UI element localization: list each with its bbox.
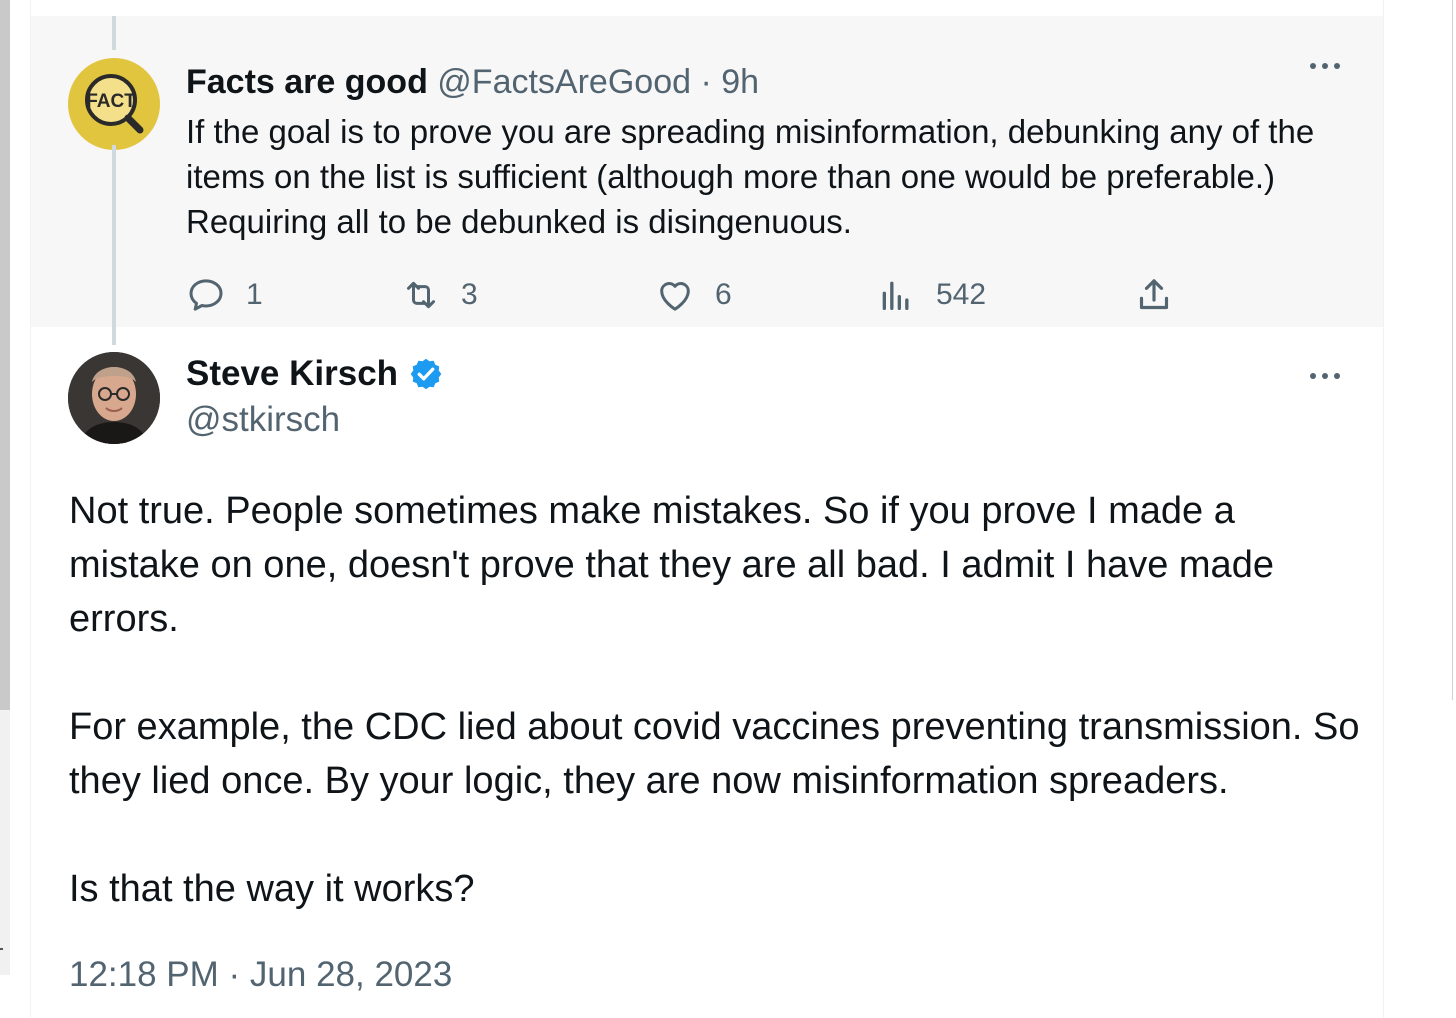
main-author-row: Steve Kirsch xyxy=(186,352,444,396)
thread-line-bottom xyxy=(112,145,116,345)
tweet-timestamp[interactable]: 12:18 PM · Jun 28, 2023 xyxy=(69,952,452,998)
reply-author-name[interactable]: Facts are good xyxy=(186,63,428,101)
avatar-facts-are-good[interactable]: FACT xyxy=(68,58,160,150)
retweet-action[interactable]: 3 xyxy=(401,271,478,319)
reply-count: 1 xyxy=(246,278,263,311)
fact-magnifier-icon: FACT xyxy=(68,58,160,150)
timeline-column: FACT Facts are good @FactsAreGood · 9h I… xyxy=(30,0,1384,1018)
reply-tweet[interactable]: FACT Facts are good @FactsAreGood · 9h I… xyxy=(31,16,1383,327)
right-panel-edge xyxy=(1452,0,1456,700)
main-tweet-text: Not true. People sometimes make mistakes… xyxy=(69,484,1369,916)
more-icon[interactable] xyxy=(1307,366,1347,386)
share-action[interactable] xyxy=(1134,271,1174,319)
like-count: 6 xyxy=(715,278,732,311)
views-count: 542 xyxy=(936,278,987,311)
reply-header: Facts are good @FactsAreGood · 9h xyxy=(186,60,759,104)
previous-tweet-edge xyxy=(31,0,1383,16)
share-icon xyxy=(1139,279,1169,310)
tweet-paragraph: Is that the way it works? xyxy=(69,868,475,910)
reply-author-handle[interactable]: @FactsAreGood xyxy=(437,63,691,101)
header-separator: · xyxy=(700,63,712,101)
views-icon xyxy=(882,281,909,310)
tweet-paragraph: For example, the CDC lied about covid va… xyxy=(69,706,1360,802)
verified-badge-icon[interactable] xyxy=(408,356,444,392)
left-scrollbar-thumb[interactable] xyxy=(0,0,10,710)
retweet-count: 3 xyxy=(461,278,478,311)
profile-photo-icon xyxy=(68,352,160,444)
like-action[interactable]: 6 xyxy=(655,271,732,319)
edge-mark xyxy=(0,948,3,950)
reply-action[interactable]: 1 xyxy=(186,271,263,319)
reply-actions: 1 3 6 542 xyxy=(186,271,1186,319)
retweet-icon xyxy=(407,281,435,309)
more-icon[interactable] xyxy=(1307,56,1347,76)
main-author-handle[interactable]: @stkirsch xyxy=(186,398,340,442)
avatar-steve-kirsch[interactable] xyxy=(68,352,160,444)
views-action[interactable]: 542 xyxy=(876,271,986,319)
reply-text: If the goal is to prove you are spreadin… xyxy=(186,113,1315,240)
tweet-paragraph: Not true. People sometimes make mistakes… xyxy=(69,490,1274,640)
avatar-fact-text: FACT xyxy=(86,91,136,112)
reply-icon xyxy=(189,279,223,311)
like-icon xyxy=(660,282,690,311)
thread-line-top xyxy=(112,16,116,50)
left-scrollbar-track xyxy=(0,710,10,975)
main-author-name[interactable]: Steve Kirsch xyxy=(186,352,398,396)
reply-time[interactable]: 9h xyxy=(721,63,759,101)
